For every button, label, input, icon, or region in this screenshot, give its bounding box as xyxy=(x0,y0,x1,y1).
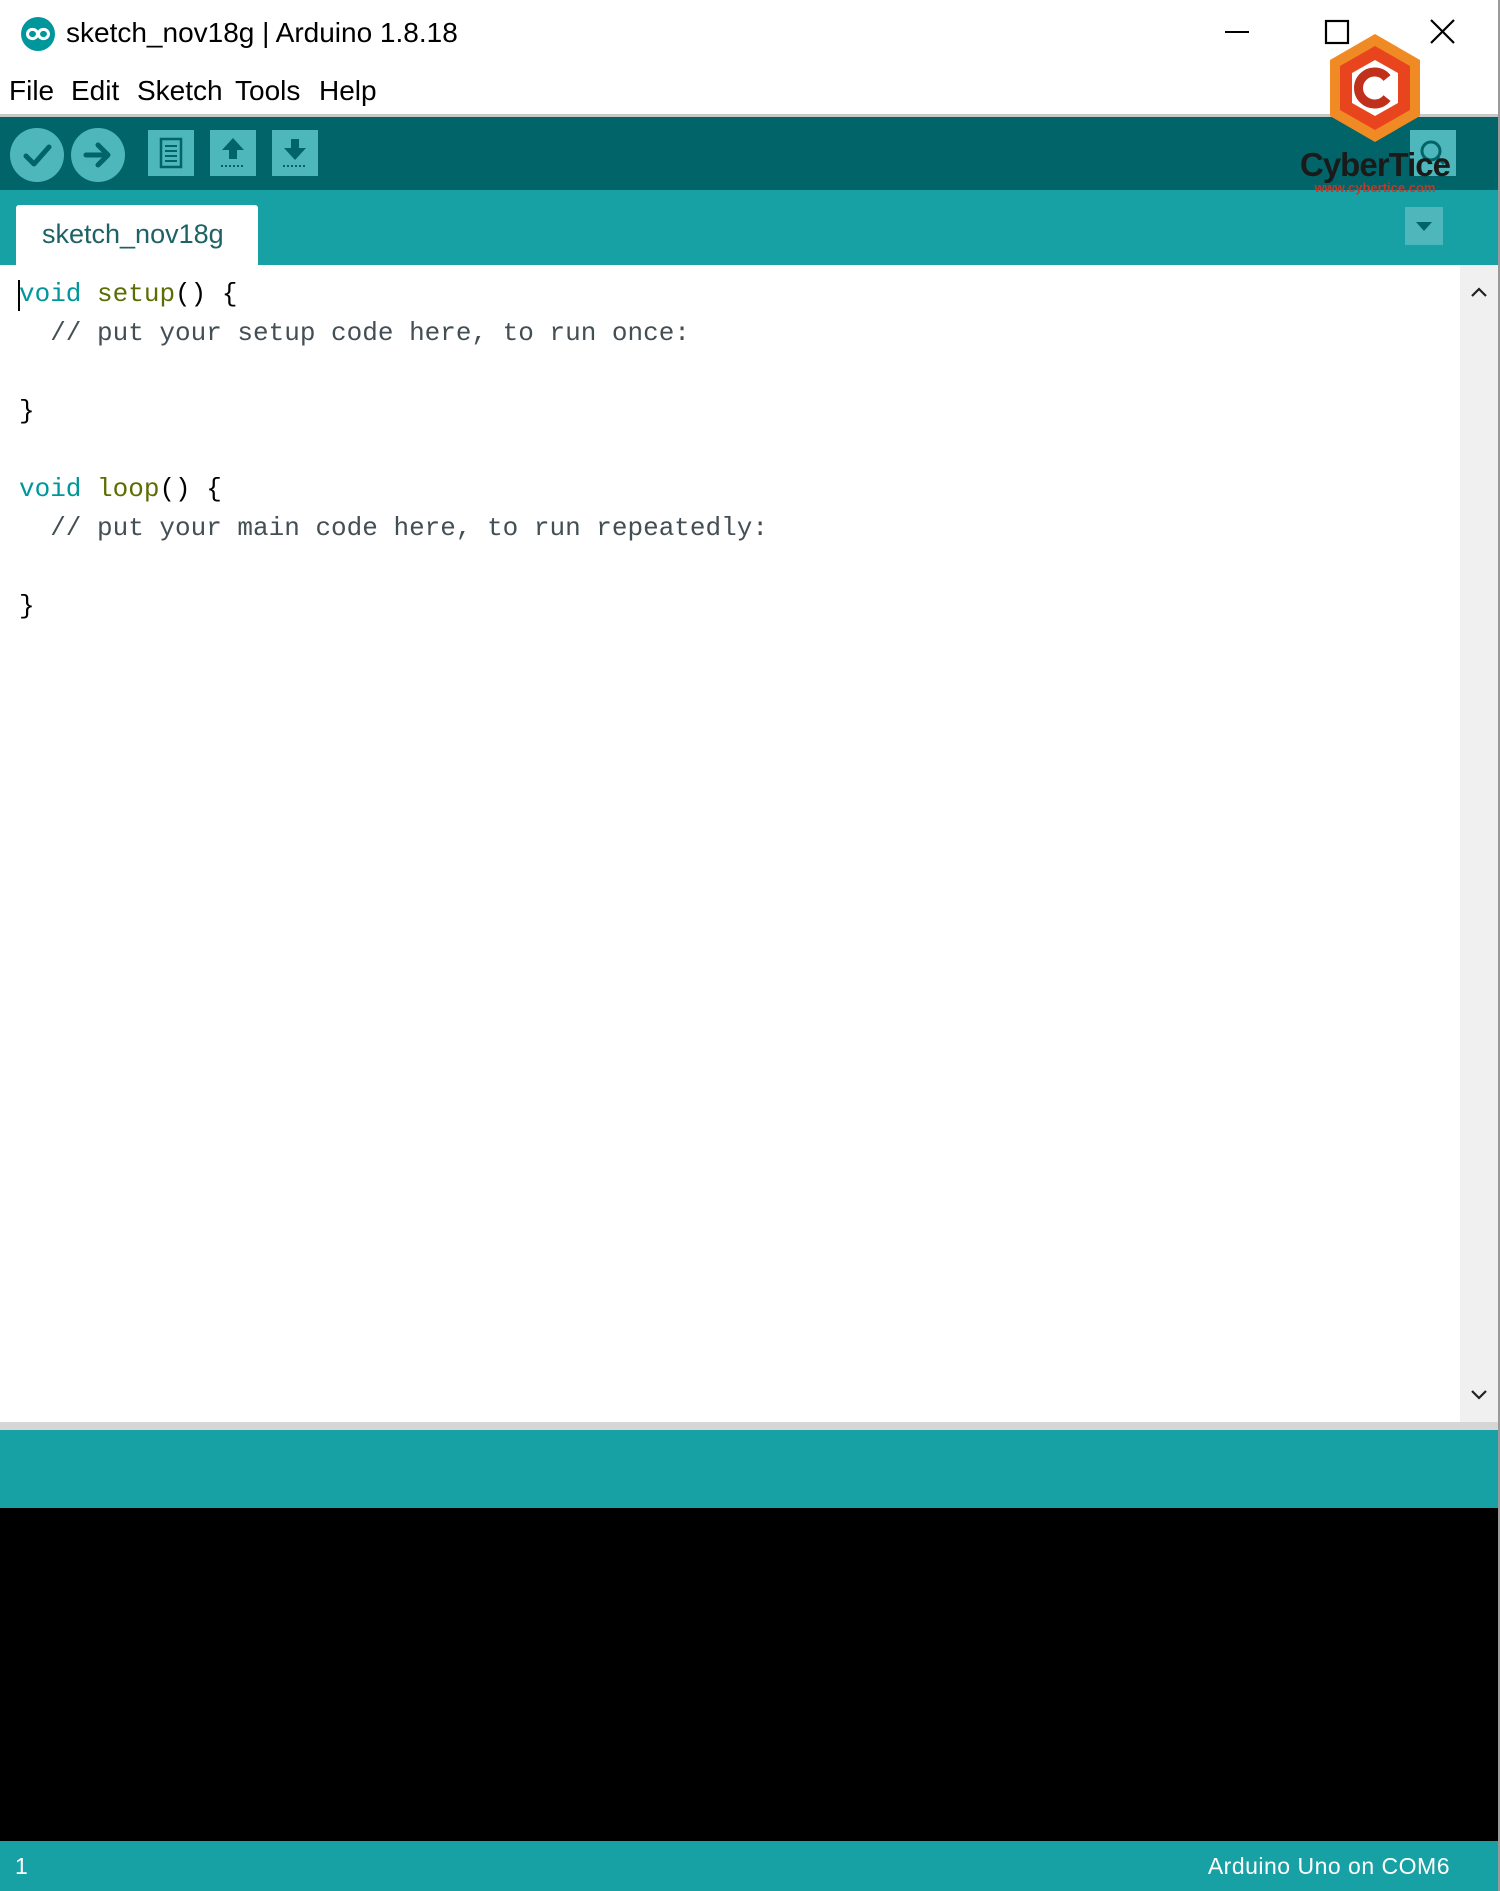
editor-vertical-scrollbar[interactable] xyxy=(1460,265,1498,1422)
code-token: // put your main code here, to run repea… xyxy=(19,513,768,543)
chevron-up-icon xyxy=(1471,287,1487,297)
tab-bar: sketch_nov18g xyxy=(0,190,1498,265)
new-file-icon xyxy=(159,137,183,169)
code-token: loop xyxy=(97,474,160,504)
code-token: () { xyxy=(175,279,238,309)
status-board-port: Arduino Uno on COM6 xyxy=(1207,1853,1450,1879)
status-line-number: 1 xyxy=(15,1853,28,1879)
tab-sketch[interactable]: sketch_nov18g xyxy=(16,205,258,265)
verify-button[interactable] xyxy=(10,128,64,182)
output-console[interactable] xyxy=(0,1508,1498,1841)
scroll-down-button[interactable] xyxy=(1460,1376,1498,1414)
save-button[interactable] xyxy=(272,130,318,176)
toolbar xyxy=(0,117,1498,190)
window-title: sketch_nov18g | Arduino 1.8.18 xyxy=(66,17,458,48)
new-sketch-button[interactable] xyxy=(148,130,194,176)
menu-edit[interactable]: Edit xyxy=(71,75,119,107)
code-line: // put your main code here, to run repea… xyxy=(19,509,768,548)
save-icon xyxy=(283,139,307,167)
watermark-url: www.cybertice.com xyxy=(1314,180,1436,195)
open-icon xyxy=(221,138,245,167)
code-line: } xyxy=(19,392,768,431)
code-token: () { xyxy=(159,474,222,504)
menu-bar: File Edit Sketch Tools Help xyxy=(0,66,1498,117)
cybertice-watermark: CyberTice www.cybertice.com xyxy=(1290,30,1460,198)
verify-icon xyxy=(23,144,52,167)
code-line: } xyxy=(19,587,768,626)
arduino-ide-app: sketch_nov18g | Arduino 1.8.18 File Edit… xyxy=(0,0,1500,1891)
code-line: // put your setup code here, to run once… xyxy=(19,314,768,353)
tab-label: sketch_nov18g xyxy=(42,219,224,249)
title-bar[interactable]: sketch_nov18g | Arduino 1.8.18 xyxy=(0,0,1498,66)
tab-menu-button[interactable] xyxy=(1405,207,1443,245)
minimize-button[interactable] xyxy=(1210,10,1266,56)
code-token: } xyxy=(19,591,35,621)
menu-help[interactable]: Help xyxy=(319,75,377,107)
code-token: // put your setup code here, to run once… xyxy=(19,318,690,348)
watermark-brand: CyberTice xyxy=(1300,146,1451,183)
code-line: void setup() { xyxy=(19,275,768,314)
upload-button[interactable] xyxy=(71,128,125,182)
upload-icon xyxy=(83,142,111,168)
code-token: setup xyxy=(97,279,176,309)
menu-sketch[interactable]: Sketch xyxy=(137,75,223,107)
scroll-up-button[interactable] xyxy=(1460,273,1498,311)
chevron-down-icon xyxy=(1471,1390,1487,1400)
message-area xyxy=(0,1430,1498,1508)
code-token: } xyxy=(19,396,35,426)
code-text[interactable]: void setup() { // put your setup code he… xyxy=(19,275,768,626)
code-token: void xyxy=(19,279,82,309)
code-token: void xyxy=(19,474,82,504)
open-button[interactable] xyxy=(210,130,256,176)
minimize-icon xyxy=(1225,31,1249,33)
menu-file[interactable]: File xyxy=(9,75,54,107)
editor-console-divider[interactable] xyxy=(0,1422,1498,1430)
arduino-logo-icon xyxy=(20,16,56,52)
cybertice-logo-icon xyxy=(1330,34,1420,142)
menu-tools[interactable]: Tools xyxy=(235,75,300,107)
code-editor[interactable]: void setup() { // put your setup code he… xyxy=(0,265,1460,1422)
code-line: void loop() { xyxy=(19,470,768,509)
chevron-down-icon xyxy=(1416,222,1432,231)
status-bar: 1 Arduino Uno on COM6 xyxy=(0,1841,1498,1891)
ide-window: sketch_nov18g | Arduino 1.8.18 File Edit… xyxy=(0,0,1500,1891)
